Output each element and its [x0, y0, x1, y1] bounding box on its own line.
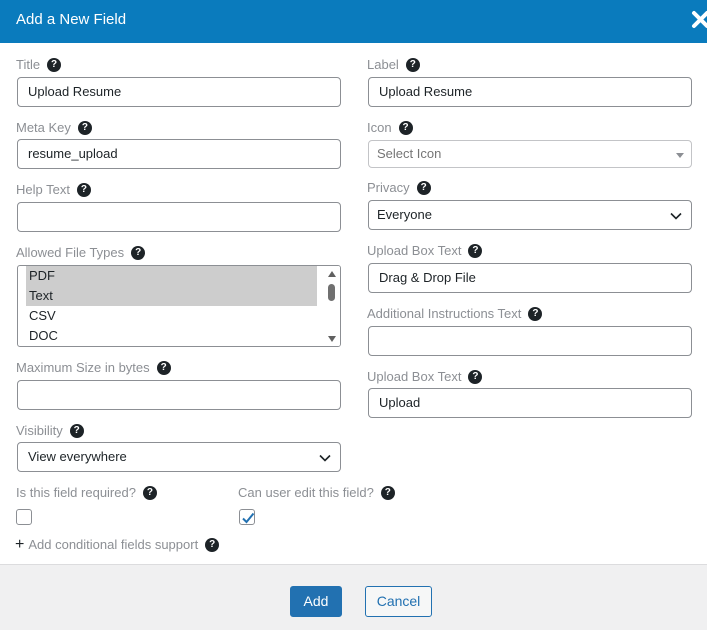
help-text-input[interactable]	[17, 202, 341, 232]
list-option-csv[interactable]: CSV	[26, 306, 317, 326]
close-icon[interactable]	[691, 10, 707, 30]
allowed-file-types-label: Allowed File Types?	[16, 245, 146, 260]
privacy-select[interactable]: Everyone	[368, 200, 692, 230]
help-icon[interactable]: ?	[142, 485, 157, 500]
scroll-up-arrow-icon[interactable]	[328, 271, 336, 277]
upload-box-text-label: Upload Box Text?	[367, 243, 483, 258]
help-icon[interactable]: ?	[528, 306, 543, 321]
label-input[interactable]: Upload Resume	[368, 77, 692, 107]
checkmark-icon	[242, 512, 255, 524]
privacy-label: Privacy?	[367, 180, 431, 195]
help-icon[interactable]: ?	[131, 245, 146, 260]
add-conditional-label: Add conditional fields support	[28, 537, 199, 552]
visibility-select[interactable]: View everywhere	[17, 442, 341, 472]
help-icon[interactable]: ?	[468, 243, 483, 258]
upload-box-text-2-label: Upload Box Text?	[367, 369, 483, 384]
editable-checkbox[interactable]	[239, 509, 255, 525]
help-icon[interactable]: ?	[398, 120, 413, 135]
icon-select[interactable]: Select Icon	[368, 140, 692, 168]
editable-label: Can user edit this field??	[238, 485, 395, 500]
allowed-file-types-listbox[interactable]: PDF Text CSV DOC	[17, 265, 341, 347]
add-button[interactable]: Add	[290, 586, 342, 617]
help-icon[interactable]: ?	[77, 120, 92, 135]
label-field-label: Label?	[367, 57, 420, 72]
additional-instructions-input[interactable]	[368, 326, 692, 356]
help-text-label: Help Text?	[16, 182, 91, 197]
modal-title: Add a New Field	[16, 11, 127, 28]
title-input[interactable]: Upload Resume	[17, 77, 341, 107]
cancel-button[interactable]: Cancel	[365, 586, 432, 617]
required-checkbox[interactable]	[16, 509, 32, 525]
plus-icon: +	[15, 535, 25, 553]
list-option-doc[interactable]: DOC	[26, 326, 317, 346]
scroll-down-arrow-icon[interactable]	[328, 336, 336, 342]
modal-footer	[0, 564, 707, 630]
add-conditional-fields-link[interactable]: + Add conditional fields support ?	[15, 535, 220, 553]
help-icon[interactable]: ?	[380, 485, 395, 500]
help-icon[interactable]: ?	[47, 57, 62, 72]
upload-box-text-2-input[interactable]: Upload	[368, 388, 692, 418]
max-size-label: Maximum Size in bytes?	[16, 360, 171, 375]
icon-select-placeholder: Select Icon	[377, 146, 442, 161]
additional-instructions-label: Additional Instructions Text?	[367, 306, 543, 321]
meta-key-label: Meta Key?	[16, 120, 92, 135]
required-label: Is this field required??	[16, 485, 157, 500]
modal-header: Add a New Field	[0, 0, 707, 43]
list-option-text[interactable]: Text	[26, 286, 317, 306]
upload-box-text-input[interactable]: Drag & Drop File	[368, 263, 692, 293]
list-option-pdf[interactable]: PDF	[26, 266, 317, 286]
icon-label: Icon?	[367, 120, 413, 135]
meta-key-input[interactable]: resume_upload	[17, 139, 341, 169]
help-icon[interactable]: ?	[76, 182, 91, 197]
help-icon[interactable]: ?	[156, 360, 171, 375]
help-icon[interactable]: ?	[69, 423, 84, 438]
help-icon[interactable]: ?	[205, 537, 220, 552]
scroll-thumb[interactable]	[328, 284, 335, 301]
chevron-down-icon	[670, 212, 682, 220]
title-field-label: Title?	[16, 57, 62, 72]
privacy-select-value: Everyone	[377, 207, 432, 222]
help-icon[interactable]: ?	[405, 57, 420, 72]
help-icon[interactable]: ?	[468, 369, 483, 384]
listbox-scrollbar[interactable]	[324, 266, 340, 346]
visibility-select-value: View everywhere	[28, 449, 127, 464]
dropdown-arrow-icon	[676, 153, 684, 158]
help-icon[interactable]: ?	[416, 180, 431, 195]
visibility-label: Visibility?	[16, 423, 84, 438]
chevron-down-icon	[319, 454, 331, 462]
max-size-input[interactable]	[17, 380, 341, 410]
